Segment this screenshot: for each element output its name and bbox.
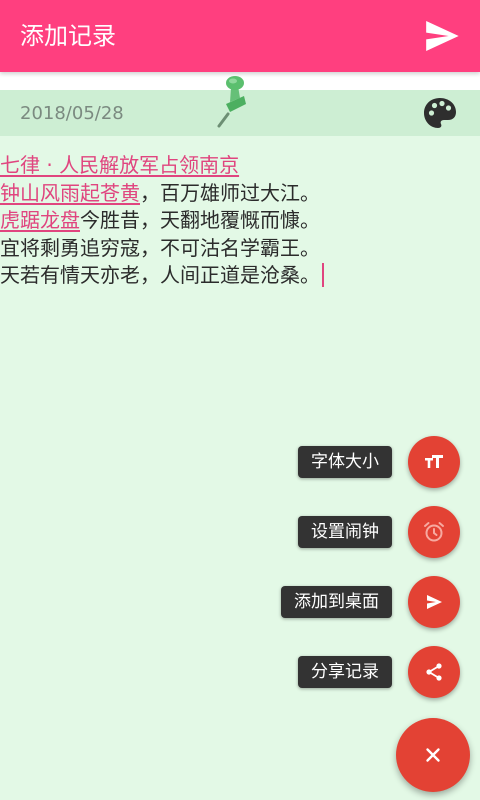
close-icon bbox=[426, 748, 440, 762]
text-cursor bbox=[322, 263, 324, 287]
note-text: 天若有情天亦老，人间正道是沧桑。 bbox=[0, 263, 320, 287]
alarm-button[interactable] bbox=[408, 506, 460, 558]
note-text: ，百万雄师过大江。 bbox=[140, 180, 320, 205]
note-line: 钟山风雨起苍黄，百万雄师过大江。 bbox=[0, 180, 480, 208]
fab-alarm-label[interactable]: 设置闹钟 bbox=[298, 516, 392, 548]
note-link[interactable]: 七律 · 人民解放军占领南京 bbox=[0, 153, 239, 177]
send-icon bbox=[426, 21, 459, 51]
fab-add-desktop-label[interactable]: 添加到桌面 bbox=[281, 586, 392, 618]
app-bar: 添加记录 bbox=[0, 0, 480, 72]
palette-icon bbox=[424, 98, 456, 128]
note-line-title: 七律 · 人民解放军占领南京 bbox=[0, 152, 480, 180]
fab-share-label[interactable]: 分享记录 bbox=[298, 656, 392, 688]
font-size-button[interactable] bbox=[408, 436, 460, 488]
note-text: 宜将剩勇追穷寇，不可沽名学霸王。 bbox=[0, 235, 320, 260]
note-text: 今胜昔，天翻地覆慨而慷。 bbox=[80, 208, 320, 232]
share-icon bbox=[426, 663, 442, 681]
note-date[interactable]: 2018/05/28 bbox=[20, 102, 124, 126]
note-line: 宜将剩勇追穷寇，不可沽名学霸王。 bbox=[0, 235, 480, 263]
color-palette-button[interactable] bbox=[422, 96, 458, 130]
pushpin-icon bbox=[217, 76, 246, 128]
text-size-icon bbox=[425, 455, 443, 468]
note-link[interactable]: 钟山风雨起苍黄 bbox=[0, 181, 140, 205]
note-line: 虎踞龙盘今胜昔，天翻地覆慨而慷。 bbox=[0, 207, 480, 235]
note-link[interactable]: 虎踞龙盘 bbox=[0, 208, 80, 232]
page-title: 添加记录 bbox=[20, 22, 116, 50]
close-menu-button[interactable] bbox=[396, 718, 470, 792]
add-to-desktop-button[interactable] bbox=[408, 576, 460, 628]
send-icon bbox=[427, 595, 442, 609]
note-line: 天若有情天亦老，人间正道是沧桑。 bbox=[0, 262, 480, 290]
alarm-clock-icon bbox=[424, 522, 444, 542]
fab-font-size-label[interactable]: 字体大小 bbox=[298, 446, 392, 478]
share-button[interactable] bbox=[408, 646, 460, 698]
note-text-editor[interactable]: 七律 · 人民解放军占领南京 钟山风雨起苍黄，百万雄师过大江。 虎踞龙盘今胜昔，… bbox=[0, 152, 480, 290]
send-button[interactable] bbox=[422, 16, 462, 56]
note-card[interactable]: 2018/05/28 七律 · 人民解放军占领南京 钟山风雨起苍黄，百万雄师过大… bbox=[0, 90, 480, 800]
pin-button[interactable] bbox=[216, 74, 256, 128]
